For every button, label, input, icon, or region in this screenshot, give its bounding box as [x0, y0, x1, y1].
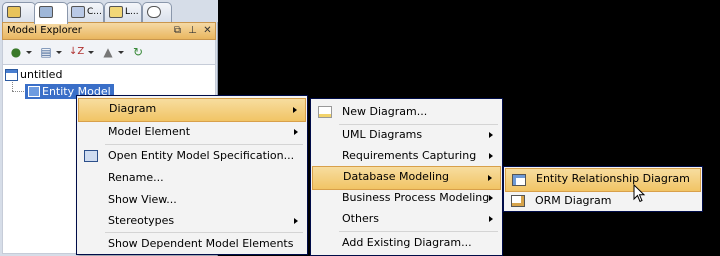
menu-item-show-dependent[interactable]: Show Dependent Model Elements	[78, 233, 306, 255]
menu-item-label: New Diagram...	[342, 105, 428, 118]
menu-item-label: Diagram	[109, 102, 157, 115]
submenu-arrow-icon	[489, 132, 493, 138]
package-icon	[7, 6, 21, 18]
entity-model-icon	[28, 86, 40, 97]
tab-strip: C... L...	[0, 0, 218, 24]
layers-icon	[109, 6, 123, 18]
tab-model-explorer[interactable]	[34, 2, 68, 24]
context-menu: Diagram Model Element Open Entity Model …	[76, 95, 308, 255]
menu-item-label: Others	[342, 212, 379, 225]
submenu-arrow-icon	[294, 218, 298, 224]
up-dropdown-icon[interactable]	[118, 51, 124, 54]
menu-item-label: Database Modeling	[343, 170, 450, 183]
menu-item-show-view[interactable]: Show View...	[78, 189, 306, 211]
menu-item-diagram[interactable]: Diagram	[78, 98, 306, 122]
tree-connector	[12, 82, 13, 91]
menu-item-others[interactable]: Others	[312, 208, 501, 230]
menu-item-orm-diagram[interactable]: ORM Diagram	[505, 190, 701, 212]
restore-icon[interactable]: ⧉	[171, 24, 184, 37]
menu-item-stereotypes[interactable]: Stereotypes	[78, 210, 306, 232]
tree-connector	[12, 91, 24, 92]
menu-item-label: Show Dependent Model Elements	[108, 237, 294, 250]
orm-icon	[511, 195, 525, 207]
menu-item-business-process-modeling[interactable]: Business Process Modeling	[312, 187, 501, 209]
menu-item-uml-diagrams[interactable]: UML Diagrams	[312, 124, 501, 146]
class-icon	[71, 6, 85, 18]
menu-item-label: Show View...	[108, 193, 177, 206]
project-icon	[5, 69, 18, 81]
menu-item-label: Model Element	[108, 125, 191, 138]
menu-item-add-existing-diagram[interactable]: Add Existing Diagram...	[312, 232, 501, 254]
menu-item-label: Requirements Capturing	[342, 149, 477, 162]
mouse-cursor-icon	[633, 184, 646, 203]
explorer-toolbar: ● ▤ ↓Z ▲ ↻	[2, 40, 216, 64]
model-structure-icon[interactable]: ▤	[39, 45, 53, 59]
menu-item-open-specification[interactable]: Open Entity Model Specification...	[78, 145, 306, 167]
menu-item-label: UML Diagrams	[342, 128, 423, 141]
panel-title: Model Explorer	[7, 25, 82, 36]
menu-item-requirements-capturing[interactable]: Requirements Capturing	[312, 145, 501, 167]
menu-item-label: Stereotypes	[108, 214, 175, 227]
menu-item-label: Entity Relationship Diagram	[536, 172, 690, 185]
submenu-arrow-icon	[488, 175, 492, 181]
pin-icon[interactable]: ⊥	[186, 24, 199, 37]
panel-titlebar: Model Explorer ⧉ ⊥ ✕	[2, 22, 216, 40]
tab-layers[interactable]: L...	[104, 2, 142, 23]
model-icon	[39, 6, 53, 18]
submenu-arrow-icon	[489, 216, 493, 222]
menu-item-model-element[interactable]: Model Element	[78, 121, 306, 143]
refresh-icon[interactable]: ↻	[131, 45, 145, 59]
submenu-arrow-icon	[293, 107, 297, 113]
menu-item-new-diagram[interactable]: New Diagram...	[312, 101, 501, 123]
tab-package[interactable]	[2, 2, 36, 23]
new-model-icon[interactable]: ●	[9, 45, 23, 59]
menu-item-label: Add Existing Diagram...	[342, 236, 472, 249]
menu-item-rename[interactable]: Rename...	[78, 167, 306, 189]
menu-item-label: Business Process Modeling	[342, 191, 490, 204]
tree-node-root[interactable]: untitled	[20, 68, 62, 81]
menu-item-label: ORM Diagram	[535, 194, 612, 207]
sort-icon[interactable]: ↓Z	[69, 45, 84, 59]
database-modeling-submenu: Entity Relationship Diagram ORM Diagram	[503, 166, 703, 212]
structure-dropdown-icon[interactable]	[56, 51, 62, 54]
new-diagram-icon	[318, 106, 332, 118]
submenu-arrow-icon	[294, 129, 298, 135]
submenu-arrow-icon	[489, 195, 493, 201]
menu-item-label: Open Entity Model Specification...	[108, 149, 295, 162]
up-icon[interactable]: ▲	[101, 45, 115, 59]
sort-dropdown-icon[interactable]	[88, 51, 94, 54]
menu-item-entity-relationship-diagram[interactable]: Entity Relationship Diagram	[505, 168, 701, 192]
diagram-submenu: New Diagram... UML Diagrams Requirements…	[310, 98, 503, 256]
close-icon[interactable]: ✕	[201, 24, 214, 37]
new-model-dropdown-icon[interactable]	[26, 51, 32, 54]
menu-item-label: Rename...	[108, 171, 164, 184]
submenu-arrow-icon	[489, 153, 493, 159]
specification-icon	[84, 150, 98, 162]
erd-icon	[512, 174, 526, 186]
tab-class-repository[interactable]: C...	[66, 2, 104, 23]
tab-search[interactable]	[142, 2, 172, 23]
search-icon	[147, 6, 161, 18]
